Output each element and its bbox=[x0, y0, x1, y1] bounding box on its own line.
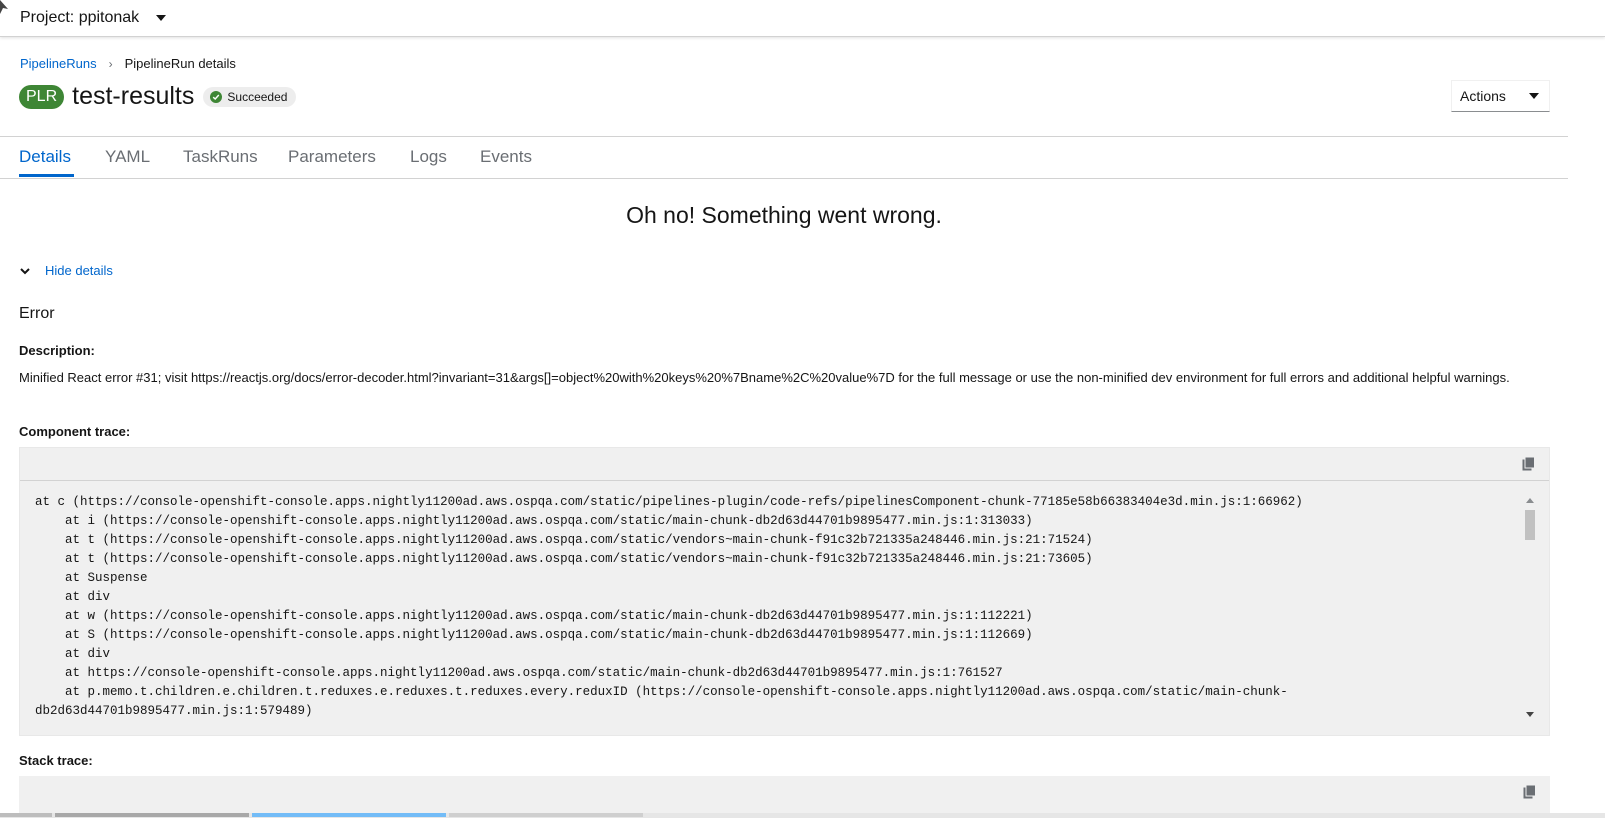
actions-label: Actions bbox=[1460, 88, 1506, 104]
tab-details[interactable]: Details bbox=[19, 147, 71, 167]
error-heading: Oh no! Something went wrong. bbox=[626, 202, 942, 228]
page-heading: PLR test-results Succeeded bbox=[19, 82, 297, 111]
stack-trace-box bbox=[19, 776, 1550, 818]
active-tab-indicator bbox=[19, 174, 74, 177]
component-trace-text: at c (https://console-openshift-console.… bbox=[35, 495, 1303, 718]
tab-logs[interactable]: Logs bbox=[410, 147, 447, 167]
copy-icon[interactable] bbox=[1523, 785, 1536, 799]
taskbar-item[interactable] bbox=[449, 813, 643, 817]
scroll-down-icon[interactable] bbox=[1526, 712, 1534, 717]
resource-badge: PLR bbox=[19, 84, 65, 109]
hide-details-toggle[interactable]: Hide details bbox=[20, 263, 113, 278]
scrollbar-thumb[interactable] bbox=[1525, 510, 1535, 540]
window-taskbar bbox=[0, 813, 1605, 818]
chevron-down-icon bbox=[20, 267, 30, 274]
breadcrumb: PipelineRuns › PipelineRun details bbox=[20, 56, 236, 71]
caret-down-icon bbox=[1528, 93, 1539, 99]
caret-down-icon bbox=[156, 15, 167, 21]
toggle-label: Hide details bbox=[45, 263, 113, 278]
error-section-title: Error bbox=[19, 305, 55, 322]
check-circle-icon bbox=[210, 90, 223, 103]
breadcrumb-link-pipelineruns[interactable]: PipelineRuns bbox=[20, 56, 97, 71]
tab-bar: Details YAML TaskRuns Parameters Logs Ev… bbox=[0, 136, 1568, 179]
breadcrumb-current: PipelineRun details bbox=[124, 56, 236, 71]
actions-dropdown[interactable]: Actions bbox=[1451, 80, 1550, 112]
stack-trace-label: Stack trace: bbox=[19, 753, 93, 768]
code-toolbar bbox=[20, 448, 1549, 481]
status-text: Succeeded bbox=[227, 89, 288, 104]
scroll-up-icon[interactable] bbox=[1526, 498, 1534, 503]
tab-yaml[interactable]: YAML bbox=[105, 147, 150, 167]
component-trace-box: at c (https://console-openshift-console.… bbox=[19, 447, 1550, 736]
page-title: test-results bbox=[72, 82, 195, 110]
tab-taskruns[interactable]: TaskRuns bbox=[183, 147, 258, 167]
description-label: Description: bbox=[19, 343, 95, 358]
masthead: Project: ppitonak bbox=[0, 0, 1605, 37]
error-description: Minified React error #31; visit https://… bbox=[19, 370, 1510, 385]
status-badge: Succeeded bbox=[203, 86, 297, 107]
project-label: Project: ppitonak bbox=[20, 9, 140, 26]
cursor-icon bbox=[0, 0, 8, 14]
project-selector[interactable]: Project: ppitonak bbox=[20, 9, 167, 27]
copy-icon[interactable] bbox=[1522, 457, 1535, 471]
taskbar-item-active[interactable] bbox=[252, 813, 446, 817]
taskbar-item[interactable] bbox=[55, 813, 249, 817]
tab-events[interactable]: Events bbox=[480, 147, 532, 167]
chevron-right-icon: › bbox=[108, 56, 113, 71]
component-trace-label: Component trace: bbox=[19, 424, 131, 439]
taskbar-item[interactable] bbox=[0, 813, 52, 817]
code-scrollbar[interactable] bbox=[1523, 498, 1537, 717]
tab-parameters[interactable]: Parameters bbox=[288, 147, 376, 167]
